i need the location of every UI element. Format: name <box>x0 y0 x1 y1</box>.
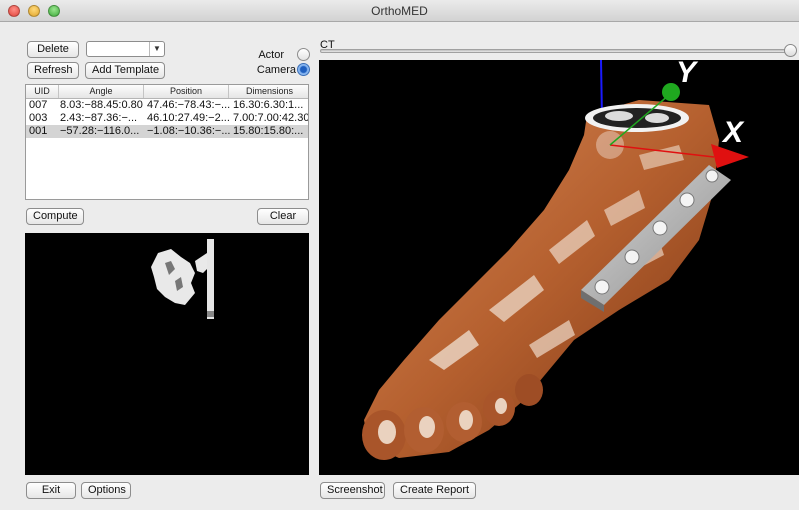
cell-angle: 2.43:−87.36:−... <box>60 112 138 124</box>
y-axis-label: Y <box>676 60 697 89</box>
table-row[interactable]: 003 2.43:−87.36:−... 46.10:27.49:−2... 7… <box>26 112 308 125</box>
add-template-button[interactable]: Add Template <box>85 62 165 79</box>
camera-radio[interactable] <box>297 63 310 76</box>
column-header-angle[interactable]: Angle <box>59 85 144 98</box>
cell-dimensions: 16.30:6.30:1... <box>233 99 304 111</box>
column-header-dimensions[interactable]: Dimensions <box>229 85 308 98</box>
column-header-position[interactable]: Position <box>144 85 229 98</box>
window-title: OrthoMED <box>371 4 428 18</box>
cell-angle: −57.28:−116.0... <box>60 125 140 137</box>
chevron-down-icon: ▼ <box>149 42 164 56</box>
cell-angle: 8.03:−88.45:0.80 <box>60 99 143 111</box>
cell-dimensions: 7.00:7.00:42.30 <box>233 112 309 124</box>
column-header-uid[interactable]: UID <box>26 85 59 98</box>
camera-radio-label: Camera <box>256 64 296 76</box>
template-select[interactable]: ▼ <box>86 41 165 57</box>
create-report-button[interactable]: Create Report <box>393 482 476 499</box>
template-table[interactable]: UID Angle Position Dimensions 007 8.03:−… <box>25 84 309 200</box>
table-header: UID Angle Position Dimensions <box>26 85 308 99</box>
cell-uid: 003 <box>29 112 48 124</box>
cell-uid: 001 <box>29 125 48 137</box>
cell-position: 47.46:−78.43:−... <box>147 99 231 111</box>
title-bar: OrthoMED <box>0 0 799 22</box>
ct-slider-track[interactable] <box>320 49 794 53</box>
cell-position: −1.08:−10.36:−... <box>147 125 231 137</box>
clear-button[interactable]: Clear <box>257 208 309 225</box>
actor-radio[interactable] <box>297 48 310 61</box>
options-button[interactable]: Options <box>81 482 131 499</box>
cell-uid: 007 <box>29 99 48 111</box>
exit-button[interactable]: Exit <box>26 482 76 499</box>
bone-section-preview <box>151 239 214 319</box>
screenshot-button[interactable]: Screenshot <box>320 482 385 499</box>
cell-dimensions: 15.80:15.80:... <box>233 125 304 137</box>
table-row-selected[interactable]: 001 −57.28:−116.0... −1.08:−10.36:−... 1… <box>26 125 308 138</box>
x-axis-label: X <box>723 116 744 149</box>
main-3d-viewport[interactable]: X Y <box>319 60 799 475</box>
preview-viewport[interactable] <box>25 233 309 475</box>
cell-position: 46.10:27.49:−2... <box>147 112 230 124</box>
refresh-button[interactable]: Refresh <box>27 62 79 79</box>
actor-radio-label: Actor <box>258 49 284 61</box>
delete-button[interactable]: Delete <box>27 41 79 58</box>
table-row[interactable]: 007 8.03:−88.45:0.80 47.46:−78.43:−... 1… <box>26 99 308 112</box>
compute-button[interactable]: Compute <box>26 208 84 225</box>
ct-slider-thumb[interactable] <box>784 44 797 57</box>
